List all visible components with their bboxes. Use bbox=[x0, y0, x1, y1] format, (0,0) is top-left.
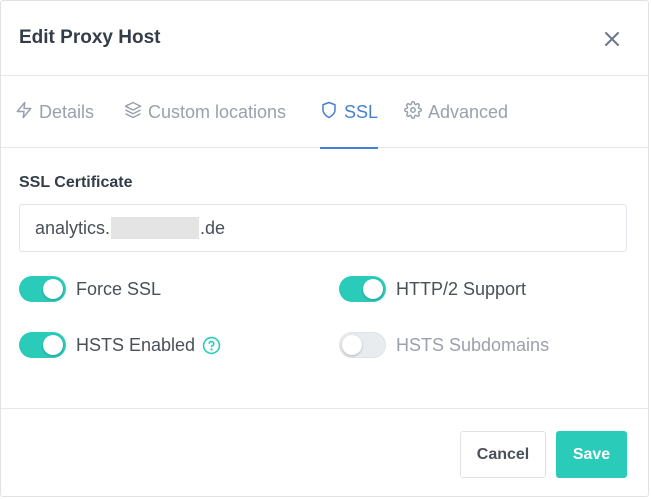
tab-custom-locations[interactable]: Custom locations bbox=[124, 76, 286, 148]
http2-support-switch[interactable]: HTTP/2 Support bbox=[339, 276, 526, 302]
close-icon[interactable] bbox=[599, 26, 625, 52]
hsts-subdomains-switch[interactable]: HSTS Subdomains bbox=[339, 332, 549, 358]
tab-details-label: Details bbox=[39, 101, 95, 122]
modal-footer: Cancel Save bbox=[1, 408, 648, 496]
tab-advanced-label: Advanced bbox=[428, 101, 509, 122]
certificate-value-suffix: .de bbox=[200, 217, 226, 238]
ssl-certificate-select[interactable]: analytics. .de bbox=[19, 204, 627, 252]
shield-icon bbox=[320, 101, 338, 124]
ssl-certificate-label: SSL Certificate bbox=[19, 174, 133, 191]
force-ssl-toggle[interactable] bbox=[19, 276, 66, 302]
tab-details[interactable]: Details bbox=[15, 76, 94, 148]
edit-proxy-host-modal: Edit Proxy Host Details Custom locations… bbox=[0, 0, 649, 497]
redacted-block bbox=[111, 217, 200, 239]
tab-bar: Details Custom locations SSL Advanced bbox=[1, 76, 648, 149]
certificate-value-prefix: analytics. bbox=[35, 217, 111, 238]
force-ssl-switch[interactable]: Force SSL bbox=[19, 276, 161, 302]
layers-icon bbox=[124, 101, 142, 124]
http2-support-label: HTTP/2 Support bbox=[396, 278, 527, 299]
ssl-panel: SSL Certificate analytics. .de Force SSL… bbox=[1, 149, 648, 408]
save-button[interactable]: Save bbox=[556, 431, 627, 478]
force-ssl-label: Force SSL bbox=[76, 278, 162, 299]
bolt-icon bbox=[15, 101, 33, 124]
cancel-button[interactable]: Cancel bbox=[460, 431, 546, 478]
tab-ssl-label: SSL bbox=[344, 101, 379, 122]
hsts-enabled-label: HSTS Enabled bbox=[76, 334, 196, 355]
hsts-subdomains-toggle[interactable] bbox=[339, 332, 386, 358]
hsts-subdomains-label: HSTS Subdomains bbox=[396, 334, 550, 355]
hsts-enabled-toggle[interactable] bbox=[19, 332, 66, 358]
http2-support-toggle[interactable] bbox=[339, 276, 386, 302]
tab-ssl[interactable]: SSL bbox=[320, 76, 379, 149]
hsts-enabled-switch[interactable]: HSTS Enabled bbox=[19, 332, 221, 358]
modal-title: Edit Proxy Host bbox=[19, 27, 161, 48]
modal-header: Edit Proxy Host bbox=[1, 1, 648, 76]
question-circle-icon[interactable] bbox=[202, 336, 221, 355]
tab-custom-locations-label: Custom locations bbox=[148, 101, 287, 122]
tab-advanced[interactable]: Advanced bbox=[404, 76, 508, 148]
gear-icon bbox=[404, 100, 422, 124]
